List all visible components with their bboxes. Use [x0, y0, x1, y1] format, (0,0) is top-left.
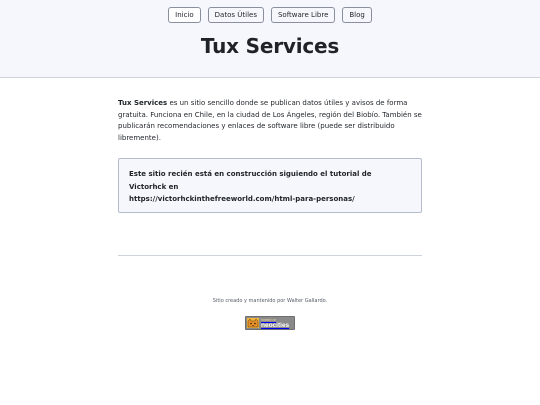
main-nav: Inicio Datos Útiles Software Libre Blog — [0, 7, 540, 23]
site-header: Inicio Datos Útiles Software Libre Blog … — [0, 0, 540, 78]
nav-link-datos-utiles[interactable]: Datos Útiles — [207, 7, 264, 23]
neocities-badge[interactable]: hosted on neocities — [245, 316, 295, 330]
nav-link-inicio[interactable]: Inicio — [168, 7, 201, 23]
construction-notice: Este sitio recién está en construcción s… — [118, 158, 422, 213]
notice-link[interactable]: https://victorhckinthefreeworld.com/html… — [129, 193, 411, 206]
page-title: Tux Services — [200, 34, 340, 58]
footer-divider — [118, 255, 422, 256]
nav-link-software-libre[interactable]: Software Libre — [270, 7, 336, 23]
intro-brand: Tux Services — [118, 99, 168, 107]
footer-credit: Sitio creado y mantenido por Walter Gall… — [212, 298, 328, 304]
nav-link-blog[interactable]: Blog — [342, 7, 372, 23]
neocities-cat-icon — [247, 318, 259, 328]
intro-paragraph: Tux Services es un sitio sencillo donde … — [118, 98, 422, 144]
notice-text: Este sitio recién está en construcción s… — [129, 170, 372, 191]
badge-neocities: neocities — [261, 322, 290, 329]
main-content: Tux Services es un sitio sencillo donde … — [118, 98, 422, 213]
